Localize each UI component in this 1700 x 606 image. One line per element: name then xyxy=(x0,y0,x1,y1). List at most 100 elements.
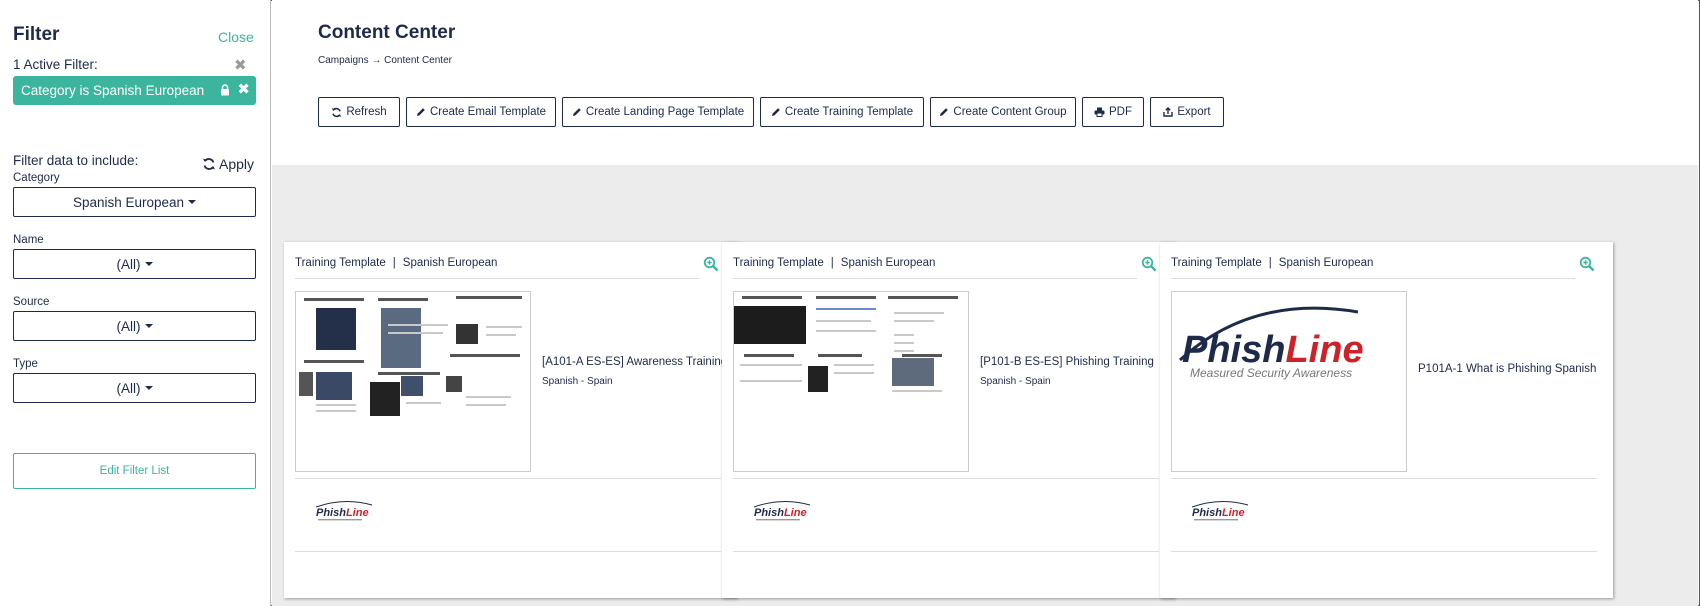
card-divider xyxy=(733,478,1159,479)
thumb-tagline: Measured Security Awareness xyxy=(1190,366,1352,380)
card-type: Training Template xyxy=(1171,257,1262,269)
phishline-logo: PhishLine xyxy=(315,501,373,521)
card-type: Training Template xyxy=(733,257,824,269)
card-thumbnail[interactable] xyxy=(295,291,531,472)
page-header: Content Center Campaigns → Content Cente… xyxy=(272,0,1698,165)
apply-label: Apply xyxy=(219,156,255,172)
content-card[interactable]: Training Template | Spanish European Phish… xyxy=(1160,242,1613,598)
card-name: [P101-B ES-ES] Phishing Training xyxy=(980,356,1154,368)
source-filter-select[interactable]: (All) xyxy=(13,311,256,341)
card-category: Spanish European xyxy=(1278,257,1374,269)
card-type: Training Template xyxy=(295,257,386,269)
create-email-template-label: Create Email Template xyxy=(429,106,547,118)
breadcrumb: Campaigns → Content Center xyxy=(318,55,452,66)
main-area: Content Center Campaigns → Content Cente… xyxy=(272,0,1700,606)
page-title: Content Center xyxy=(318,22,456,43)
caret-down-icon xyxy=(144,324,153,328)
card-divider xyxy=(1171,278,1575,279)
refresh-icon xyxy=(332,107,342,117)
card-thumbnail[interactable]: PhishLine Measured Security Awareness xyxy=(1171,291,1407,472)
card-type-line: Training Template | Spanish European xyxy=(1171,257,1373,269)
type-filter-label: Type xyxy=(13,358,38,370)
content-card[interactable]: Training Template | Spanish European xyxy=(722,242,1175,598)
svg-text:PhishLine: PhishLine xyxy=(754,507,807,519)
pencil-icon xyxy=(416,108,425,116)
type-filter-select[interactable]: (All) xyxy=(13,373,256,403)
card-language: Spanish - Spain xyxy=(542,376,613,387)
card-divider xyxy=(295,551,721,552)
refresh-label: Refresh xyxy=(346,106,387,118)
category-filter-label: Category xyxy=(13,172,60,184)
filter-sidebar: Filter Close 1 Active Filter: ✖ Category… xyxy=(0,0,271,606)
print-icon xyxy=(1094,107,1105,117)
name-filter-value: (All) xyxy=(116,256,141,272)
card-divider xyxy=(733,278,1137,279)
remove-filter-icon[interactable]: ✖ xyxy=(237,80,250,98)
card-divider xyxy=(733,551,1159,552)
pdf-label: PDF xyxy=(1109,106,1132,118)
zoom-in-icon[interactable] xyxy=(1579,256,1595,272)
card-language: Spanish - Spain xyxy=(980,376,1051,387)
card-category: Spanish European xyxy=(402,257,498,269)
pencil-icon xyxy=(572,108,581,116)
zoom-in-icon[interactable] xyxy=(1141,256,1157,272)
card-name: P101A-1 What is Phishing Spanish xyxy=(1418,363,1597,375)
caret-down-icon xyxy=(144,262,153,266)
svg-text:PhishLine: PhishLine xyxy=(316,507,369,519)
source-filter-value: (All) xyxy=(116,318,141,334)
create-content-group-button[interactable]: Create Content Group xyxy=(930,97,1076,127)
caret-down-icon xyxy=(144,386,153,390)
active-filter-chip: Category is Spanish European ✖ xyxy=(13,76,256,105)
create-email-template-button[interactable]: Create Email Template xyxy=(406,97,556,127)
clear-filters-icon[interactable]: ✖ xyxy=(234,56,247,74)
pencil-icon xyxy=(771,108,780,116)
export-label: Export xyxy=(1177,106,1211,118)
name-filter-select[interactable]: (All) xyxy=(13,249,256,279)
create-landing-page-template-label: Create Landing Page Template xyxy=(585,106,745,118)
phishline-thumb-logo: PhishLine Measured Security Awareness xyxy=(1178,306,1364,380)
active-filter-count: 1 Active Filter: xyxy=(13,57,98,72)
export-icon xyxy=(1163,107,1174,117)
lock-icon[interactable] xyxy=(220,84,230,96)
svg-text:PhishLine: PhishLine xyxy=(1192,507,1245,519)
export-button[interactable]: Export xyxy=(1150,97,1224,127)
create-training-template-label: Create Training Template xyxy=(784,106,914,118)
card-category: Spanish European xyxy=(840,257,936,269)
pencil-icon xyxy=(940,108,949,116)
card-thumbnail[interactable] xyxy=(733,291,969,472)
card-divider xyxy=(295,278,699,279)
filter-include-label: Filter data to include: xyxy=(13,153,139,168)
category-filter-value: Spanish European xyxy=(72,194,185,210)
content-card[interactable]: Training Template | Spanish European xyxy=(284,242,737,598)
category-filter-select[interactable]: Spanish European xyxy=(13,187,256,217)
create-content-group-label: Create Content Group xyxy=(953,106,1067,118)
filter-title: Filter xyxy=(13,24,60,45)
active-filter-chip-label: Category is Spanish European xyxy=(21,83,205,98)
source-filter-label: Source xyxy=(13,296,50,308)
card-type-line: Training Template | Spanish European xyxy=(295,257,497,269)
card-type-line: Training Template | Spanish European xyxy=(733,257,935,269)
refresh-icon xyxy=(203,158,215,170)
edit-filter-list-button[interactable]: Edit Filter List xyxy=(13,453,256,489)
card-separator: | xyxy=(392,257,396,269)
card-divider xyxy=(1171,551,1597,552)
card-separator: | xyxy=(1268,257,1272,269)
refresh-button[interactable]: Refresh xyxy=(318,97,400,127)
apply-button[interactable]: Apply xyxy=(202,156,254,172)
caret-down-icon xyxy=(188,200,197,204)
card-divider xyxy=(295,478,721,479)
phishline-logo: PhishLine xyxy=(1191,501,1249,521)
create-landing-page-template-button[interactable]: Create Landing Page Template xyxy=(562,97,754,127)
card-name: [A101-A ES-ES] Awareness Training xyxy=(542,356,728,368)
card-separator: | xyxy=(830,257,834,269)
create-training-template-button[interactable]: Create Training Template xyxy=(760,97,924,127)
phishline-logo: PhishLine xyxy=(753,501,811,521)
content-grid: Training Template | Spanish European [A1… xyxy=(272,165,1698,606)
name-filter-label: Name xyxy=(13,234,44,246)
close-filter-link[interactable]: Close xyxy=(218,29,254,45)
type-filter-value: (All) xyxy=(116,380,141,396)
card-divider xyxy=(1171,478,1597,479)
zoom-in-icon[interactable] xyxy=(703,256,719,272)
thumb-logo-text: PhishLine xyxy=(1182,329,1364,371)
pdf-button[interactable]: PDF xyxy=(1082,97,1144,127)
